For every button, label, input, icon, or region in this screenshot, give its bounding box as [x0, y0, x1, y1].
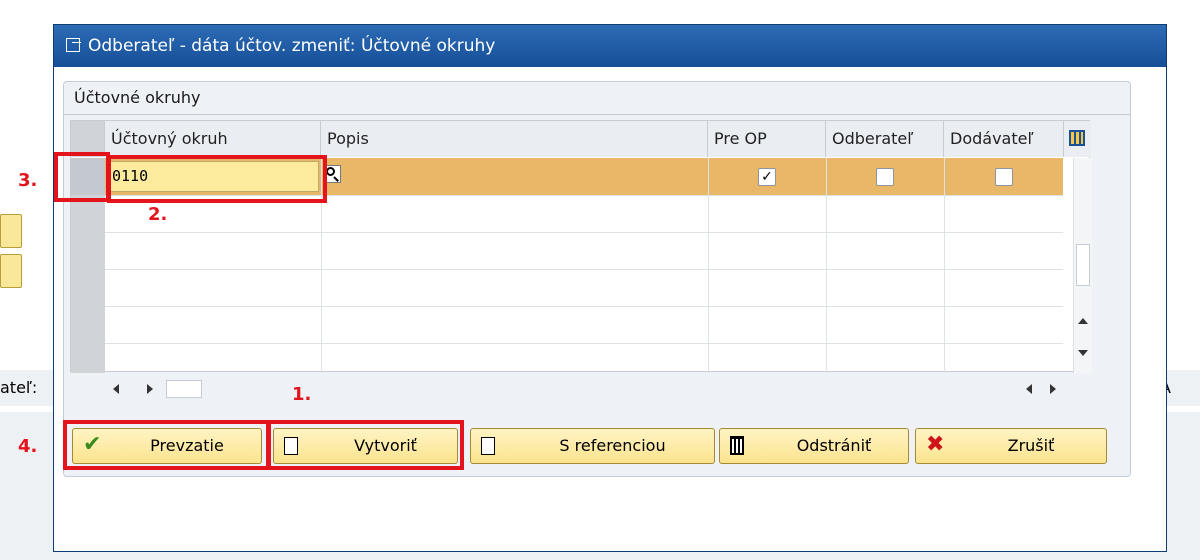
scroll-left-icon[interactable]	[1026, 384, 1032, 394]
window-icon	[66, 38, 81, 52]
table-row[interactable]	[105, 269, 1063, 307]
annotation-box-company-code	[107, 155, 327, 203]
panel-divider	[64, 114, 1130, 115]
annotation-box-prevzatie	[63, 420, 270, 470]
column-divider	[826, 158, 827, 373]
zrusit-button[interactable]: ✖ Zrušiť	[915, 428, 1107, 464]
horizontal-scroll-thumb[interactable]	[166, 380, 202, 398]
annotation-box-row-selector	[54, 152, 110, 202]
pre-op-checkbox[interactable]: ✓	[758, 168, 776, 186]
column-settings-button[interactable]	[1064, 121, 1091, 157]
row-selector[interactable]	[71, 343, 105, 374]
vertical-scrollbar[interactable]	[1073, 158, 1092, 373]
annotation-label: 1.	[292, 384, 312, 405]
table-row[interactable]	[105, 343, 1063, 373]
trash-icon	[730, 436, 744, 455]
background-button-2[interactable]	[0, 254, 22, 288]
column-divider	[708, 158, 709, 373]
row-selector[interactable]	[71, 306, 105, 344]
annotation-label: 2.	[148, 204, 168, 225]
column-header-pre-op[interactable]: Pre OP	[708, 121, 826, 157]
row-selector[interactable]	[71, 232, 105, 270]
background-left-label: ateľ:	[0, 378, 38, 397]
odstranit-button[interactable]: Odstrániť	[719, 428, 909, 464]
scroll-down-icon[interactable]	[1078, 350, 1088, 356]
dialog-title-bar: Odberateľ - dáta účtov. zmeniť: Účtovné …	[54, 25, 1166, 67]
table-settings-icon	[1069, 130, 1085, 146]
cancel-x-icon: ✖	[926, 432, 945, 457]
panel-title: Účtovné okruhy	[74, 88, 201, 107]
scroll-right-icon[interactable]	[147, 384, 153, 394]
scroll-left-icon[interactable]	[113, 384, 119, 394]
row-selector[interactable]	[71, 269, 105, 307]
table-row[interactable]	[105, 232, 1063, 270]
scroll-thumb[interactable]	[1076, 244, 1090, 286]
s-referenciou-button[interactable]: S referenciou	[470, 428, 715, 464]
column-header-odberatel[interactable]: Odberateľ	[826, 121, 944, 157]
column-header-description[interactable]: Popis	[321, 121, 708, 157]
dodavatel-checkbox[interactable]	[995, 168, 1013, 186]
odberatel-checkbox[interactable]	[876, 168, 894, 186]
dialog-title: Odberateľ - dáta účtov. zmeniť: Účtovné …	[88, 36, 496, 56]
scroll-right-icon[interactable]	[1050, 384, 1056, 394]
table-row[interactable]	[105, 306, 1063, 344]
annotation-box-vytvorit	[267, 420, 464, 470]
copy-document-icon	[481, 437, 495, 455]
annotation-label: 4.	[18, 436, 38, 457]
column-header-company-code[interactable]: Účtovný okruh	[105, 121, 321, 157]
scroll-up-icon[interactable]	[1078, 318, 1088, 324]
annotation-label: 3.	[18, 170, 38, 191]
column-header-dodavatel[interactable]: Dodávateľ	[944, 121, 1064, 157]
column-divider	[944, 158, 945, 373]
background-button-1[interactable]	[0, 214, 22, 248]
